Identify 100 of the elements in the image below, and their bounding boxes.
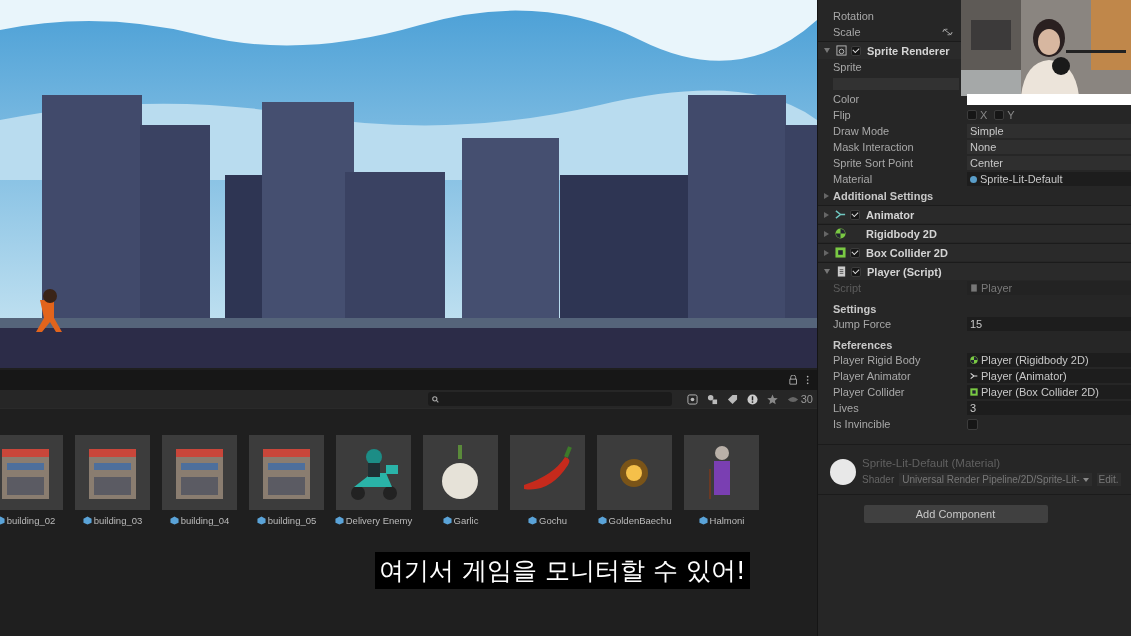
shapes-icon[interactable] xyxy=(706,393,718,405)
rigidbody-icon xyxy=(970,356,978,364)
object-field[interactable]: Player (Rigidbody 2D) xyxy=(967,353,1131,367)
asset-thumbnail[interactable] xyxy=(597,435,672,510)
asset-thumbnail[interactable] xyxy=(249,435,324,510)
foldout-arrow-icon[interactable] xyxy=(824,230,829,237)
field-label: Player Animator xyxy=(833,370,912,382)
lock-icon[interactable] xyxy=(789,375,798,385)
asset-thumbnail[interactable] xyxy=(510,435,585,510)
section-header: References xyxy=(833,339,893,351)
component-header[interactable]: Player (Script) xyxy=(818,262,1131,280)
checkbox[interactable] xyxy=(850,247,860,258)
checkbox[interactable] xyxy=(851,45,861,56)
component-title: Box Collider 2D xyxy=(866,246,948,259)
asset-name: building_04 xyxy=(180,515,230,526)
asset-name: Halmoni xyxy=(709,515,745,526)
object-field[interactable]: Player (Animator) xyxy=(967,369,1131,383)
component-header[interactable]: Box Collider 2D xyxy=(818,243,1131,261)
field-label: Scale xyxy=(833,26,861,38)
box-collider-icon xyxy=(970,388,978,396)
asset-name: Delivery Enemy xyxy=(345,515,413,526)
dropdown-arrow-icon xyxy=(1082,477,1089,482)
checkbox[interactable] xyxy=(994,110,1005,120)
prefab-icon xyxy=(256,516,266,525)
eye-icon xyxy=(786,395,799,403)
object-name: Player (Rigidbody 2D) xyxy=(981,354,1089,366)
visible-count[interactable]: 30 xyxy=(786,393,813,405)
tag-icon[interactable] xyxy=(726,393,738,405)
component-title: Animator xyxy=(866,208,915,221)
field-label: Rotation xyxy=(833,10,874,22)
rigidbody-icon xyxy=(835,228,846,239)
prefab-icon xyxy=(334,516,344,525)
component-header[interactable]: Animator xyxy=(818,205,1131,223)
more-icon[interactable] xyxy=(805,375,809,385)
field-label: Is Invincible xyxy=(833,418,892,430)
foldout-arrow-icon[interactable] xyxy=(824,269,830,274)
script-icon xyxy=(970,284,978,292)
asset-thumbnail[interactable] xyxy=(423,435,498,510)
field-label: Sprite xyxy=(833,61,863,73)
asset-name: building_03 xyxy=(93,515,143,526)
object-field[interactable]: Sprite-Lit-Default xyxy=(967,172,1131,186)
asset-name: Gochu xyxy=(539,515,567,526)
asset-thumbnail[interactable] xyxy=(336,435,411,510)
component-title: Rigidbody 2D xyxy=(866,227,937,240)
search-icon xyxy=(431,395,439,403)
shader-name: Universal Render Pipeline/2D/Sprite-Lit- xyxy=(902,474,1080,485)
sprite-renderer-icon xyxy=(836,45,847,56)
subtitle-caption: 여기서 게임을 모니터할 수 있어! xyxy=(375,552,750,589)
section-header: Settings xyxy=(833,303,877,315)
link-icon[interactable] xyxy=(942,28,953,36)
filter-icon[interactable] xyxy=(686,393,698,405)
component-header[interactable]: Sprite Renderer xyxy=(818,41,961,59)
checkbox[interactable] xyxy=(967,110,977,120)
color-field[interactable] xyxy=(967,93,1131,105)
prefab-icon xyxy=(442,516,452,525)
asset-name: GoldenBaechu xyxy=(608,515,672,526)
dropdown[interactable]: None xyxy=(967,140,1131,154)
star-icon[interactable] xyxy=(766,393,778,405)
field-label: Flip xyxy=(833,109,852,121)
animator-icon xyxy=(970,372,978,380)
checkbox[interactable] xyxy=(850,209,860,220)
object-name: Player (Animator) xyxy=(981,370,1067,382)
search-field[interactable] xyxy=(427,392,672,406)
material-icon xyxy=(970,175,977,183)
field-label: Jump Force xyxy=(833,318,893,330)
asset-name: building_05 xyxy=(267,515,317,526)
dropdown[interactable]: Simple xyxy=(967,124,1131,138)
field-label: Draw Mode xyxy=(833,125,891,137)
foldout-arrow-icon[interactable] xyxy=(824,211,829,218)
field-label: Material xyxy=(833,173,874,185)
asset-thumbnail[interactable] xyxy=(0,435,63,510)
axis-label: Y xyxy=(1007,109,1015,121)
asset-thumbnail[interactable] xyxy=(684,435,759,510)
asset-thumbnail[interactable] xyxy=(75,435,150,510)
material-title: Sprite-Lit-Default (Material) xyxy=(862,457,1002,469)
object-name: Sprite-Lit-Default xyxy=(980,173,1063,185)
material-preview xyxy=(830,459,856,485)
dropdown[interactable]: Center xyxy=(967,156,1131,170)
asset-name: Garlic xyxy=(453,515,479,526)
prefab-icon xyxy=(528,516,537,525)
checkbox[interactable] xyxy=(851,266,861,277)
prefab-icon xyxy=(82,516,92,525)
foldout-arrow-icon[interactable] xyxy=(824,193,829,199)
asset-thumbnail[interactable] xyxy=(162,435,237,510)
field-label: Shader xyxy=(862,474,895,485)
checkbox[interactable] xyxy=(967,418,978,430)
foldout-label[interactable]: Additional Settings xyxy=(833,190,934,202)
asset-name: building_02 xyxy=(6,515,56,526)
warning-icon[interactable] xyxy=(746,393,758,405)
component-title: Sprite Renderer xyxy=(867,44,950,57)
add-component-button[interactable]: Add Component xyxy=(863,505,1048,523)
axis-label: X xyxy=(980,109,988,121)
component-header[interactable]: Rigidbody 2D xyxy=(818,224,1131,242)
input-field[interactable]: 3 xyxy=(967,401,1131,415)
foldout-arrow-icon[interactable] xyxy=(824,48,830,53)
foldout-arrow-icon[interactable] xyxy=(824,249,829,256)
object-field[interactable]: Player (Box Collider 2D) xyxy=(967,385,1131,399)
field-label: Sprite Sort Point xyxy=(833,157,915,169)
input-field[interactable]: 15 xyxy=(967,317,1131,331)
script-icon xyxy=(836,266,847,277)
